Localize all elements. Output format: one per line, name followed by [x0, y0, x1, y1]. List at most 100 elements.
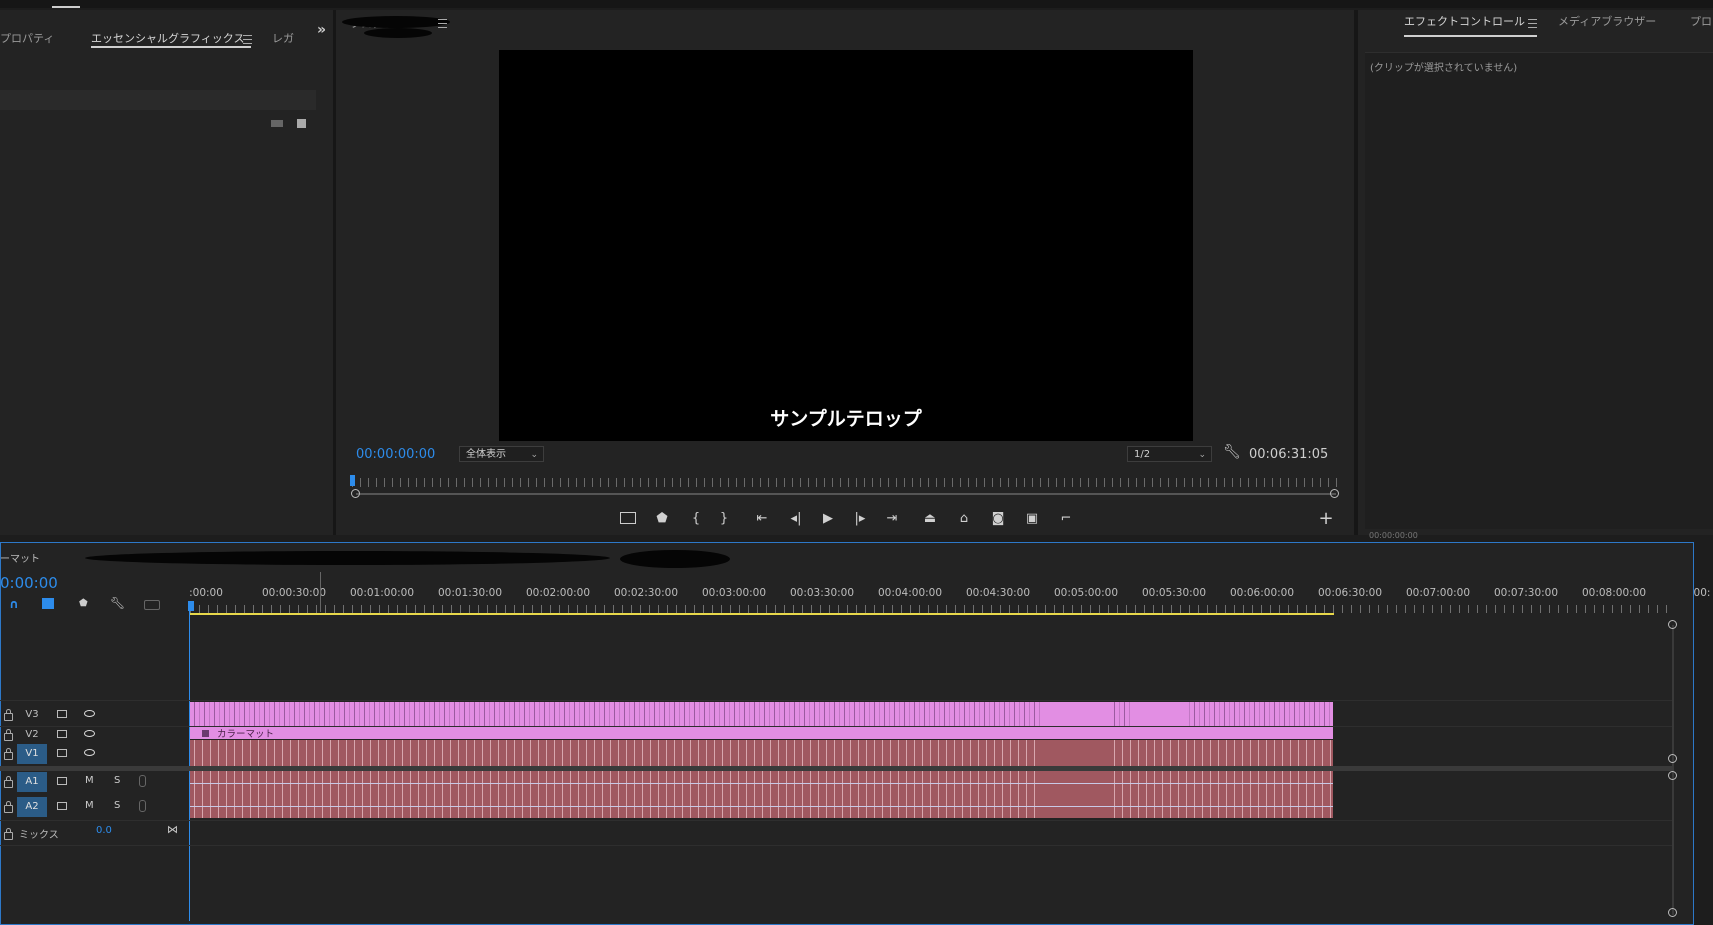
sync-lock-icon[interactable]: [57, 777, 67, 785]
wrench-icon[interactable]: 🔧︎: [110, 596, 125, 610]
snap-icon[interactable]: ∩: [9, 597, 19, 611]
track-target-v3[interactable]: V3: [17, 705, 47, 725]
track-separator: [0, 700, 1672, 701]
mute-button[interactable]: M: [85, 775, 94, 786]
panel-menu-icon[interactable]: [438, 19, 447, 28]
timeline-playhead-handle[interactable]: [188, 601, 194, 611]
clip-color-matte[interactable]: カラーマット: [190, 727, 1333, 740]
timeline-ruler-ticks[interactable]: [190, 605, 1670, 613]
tab-project[interactable]: プロ: [1690, 10, 1712, 58]
clip-v3-block[interactable]: [1040, 702, 1112, 726]
mix-collapse-icon[interactable]: ⋈: [167, 823, 178, 836]
effect-controls-panel: エフェクトコントロール メディアブラウザー プロ (クリップが選択されていません…: [1358, 10, 1713, 540]
top-strip: [0, 0, 1713, 8]
scroll-handle[interactable]: [1668, 754, 1677, 763]
microphone-icon[interactable]: [139, 800, 146, 812]
work-area-bar[interactable]: [190, 613, 1334, 615]
add-marker-button[interactable]: ⬟: [652, 508, 672, 528]
linked-selection-icon[interactable]: [42, 598, 54, 609]
safe-margins-button[interactable]: [618, 508, 638, 528]
step-back-icon: ◂|: [790, 510, 802, 526]
new-layer-folder-icon[interactable]: [271, 120, 283, 127]
trim-button[interactable]: ⌐: [1056, 508, 1076, 528]
lock-icon[interactable]: [4, 748, 13, 760]
effect-footer-timecode: 00:00:00:00: [1369, 531, 1418, 540]
timeline-timecode[interactable]: 0:00:00: [0, 574, 58, 592]
go-to-in-icon: ⇤: [756, 510, 768, 526]
fit-zoom-select[interactable]: 全体表示 ⌄: [459, 446, 544, 462]
add-marker-icon[interactable]: ⬟: [79, 598, 88, 609]
program-monitor-panel: プログラム サンプルテロップ 00:00:00:00 全体表示 ⌄ 1/2 ⌄ …: [336, 10, 1354, 535]
scroll-handle[interactable]: [1668, 771, 1677, 780]
step-forward-button[interactable]: |▸: [850, 508, 870, 528]
clip-a1-block[interactable]: [1040, 771, 1112, 818]
track-target-v1[interactable]: V1: [17, 744, 47, 764]
sync-lock-icon[interactable]: [57, 802, 67, 810]
panel-menu-icon[interactable]: [1528, 19, 1537, 28]
tab-effect-controls[interactable]: エフェクトコントロール: [1404, 10, 1525, 58]
lock-icon[interactable]: [4, 828, 13, 840]
ruler-time-label: 00:01:30:00: [437, 587, 503, 599]
zoom-handle-right[interactable]: [1330, 489, 1339, 498]
comparison-view-button[interactable]: ▣: [1022, 508, 1042, 528]
button-editor-add[interactable]: +: [1316, 508, 1336, 529]
mark-in-button[interactable]: {: [686, 508, 706, 528]
go-to-out-button[interactable]: ⇥: [882, 508, 902, 528]
scroll-handle[interactable]: [1668, 620, 1677, 629]
captions-icon[interactable]: [144, 600, 160, 610]
clip-v3-block[interactable]: [1131, 702, 1185, 726]
mute-button[interactable]: M: [85, 800, 94, 811]
solo-button[interactable]: S: [114, 800, 120, 811]
double-chevron-right-icon[interactable]: »: [317, 22, 326, 38]
tab-essential-graphics[interactable]: エッセンシャルグラフィックス: [91, 10, 244, 58]
track-target-a2[interactable]: A2: [17, 797, 47, 817]
tab-properties[interactable]: プロパティ: [0, 10, 54, 58]
sync-lock-icon[interactable]: [57, 730, 67, 738]
mix-volume-value[interactable]: 0.0: [96, 825, 112, 836]
eye-icon[interactable]: [84, 749, 95, 756]
clip-a1-audio[interactable]: [190, 771, 1333, 818]
vertical-scrollbar[interactable]: [1672, 625, 1674, 915]
go-to-in-button[interactable]: ⇤: [752, 508, 772, 528]
lock-icon[interactable]: [4, 801, 13, 813]
zoom-scroll-bar[interactable]: [356, 493, 1336, 495]
play-button[interactable]: ▶: [818, 508, 838, 528]
extract-button[interactable]: ⌂: [954, 508, 974, 528]
clip-v1-matte[interactable]: [190, 740, 1333, 766]
mark-out-button[interactable]: }: [714, 508, 734, 528]
sync-lock-icon[interactable]: [57, 710, 67, 718]
go-to-out-icon: ⇥: [886, 510, 898, 526]
track-separator: [0, 820, 1672, 821]
lift-button[interactable]: ⏏: [920, 508, 940, 528]
playhead-timecode[interactable]: 00:00:00:00: [356, 447, 435, 462]
eye-icon[interactable]: [84, 710, 95, 717]
ruler-time-label: 00:01:00:00: [349, 587, 415, 599]
track-target-v2[interactable]: V2: [17, 725, 47, 745]
clip-v1-block[interactable]: [1040, 740, 1112, 766]
lock-icon[interactable]: [4, 709, 13, 721]
monitor-time-ruler[interactable]: [352, 478, 1337, 487]
sync-lock-icon[interactable]: [57, 749, 67, 757]
track-target-a1[interactable]: A1: [17, 772, 47, 792]
camera-icon: ◙: [991, 510, 1005, 526]
step-back-button[interactable]: ◂|: [786, 508, 806, 528]
workspace-indicator: [52, 6, 80, 8]
zoom-handle-left[interactable]: [351, 489, 360, 498]
new-layer-icon[interactable]: [297, 119, 306, 128]
panel-menu-icon[interactable]: [243, 35, 252, 44]
timeline-tab-label[interactable]: ーマット: [0, 550, 40, 565]
tab-legacy[interactable]: レガ: [272, 10, 294, 58]
monitor-playhead[interactable]: [350, 475, 355, 486]
ruler-time-label: 00:00:30:00: [261, 587, 327, 599]
scroll-handle[interactable]: [1668, 908, 1677, 917]
extract-icon: ⌂: [959, 510, 969, 526]
lock-icon[interactable]: [4, 729, 13, 741]
microphone-icon[interactable]: [139, 775, 146, 787]
export-frame-button[interactable]: ◙: [988, 508, 1008, 528]
resolution-select[interactable]: 1/2 ⌄: [1127, 446, 1212, 462]
lock-icon[interactable]: [4, 776, 13, 788]
wrench-icon[interactable]: 🔧︎: [1223, 444, 1241, 460]
tab-media-browser[interactable]: メディアブラウザー: [1558, 10, 1656, 58]
solo-button[interactable]: S: [114, 775, 120, 786]
eye-icon[interactable]: [84, 730, 95, 737]
